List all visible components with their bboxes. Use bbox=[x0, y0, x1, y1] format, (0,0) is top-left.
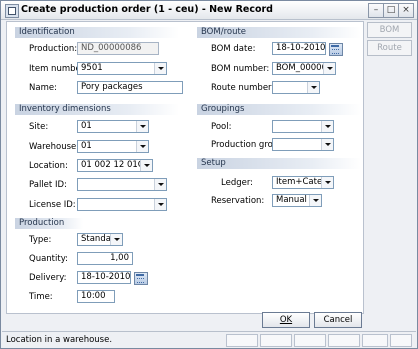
close-button[interactable]: × bbox=[398, 3, 414, 18]
delivery-field[interactable]: 18-10-2010 bbox=[77, 271, 131, 284]
chevron-down-icon[interactable] bbox=[321, 121, 333, 132]
delivery-label: Delivery: bbox=[29, 273, 67, 283]
status-cell bbox=[260, 334, 292, 347]
reservation-select[interactable]: Manual bbox=[272, 194, 322, 207]
warehouse-label: Warehouse: bbox=[29, 142, 80, 152]
chevron-down-icon[interactable] bbox=[110, 234, 122, 245]
warehouse-field[interactable]: 01 bbox=[77, 140, 149, 153]
route-number-label: Route number: bbox=[211, 83, 275, 93]
ledger-select[interactable]: Item+Category bbox=[272, 176, 334, 189]
pool-label: Pool: bbox=[211, 122, 232, 132]
location-field[interactable]: 01 002 12 01C bbox=[77, 159, 153, 172]
status-cell bbox=[226, 334, 258, 347]
location-label: Location: bbox=[29, 161, 68, 171]
bom-date-field[interactable]: 18-10-2010 bbox=[272, 42, 326, 55]
bom-button[interactable]: BOM bbox=[367, 22, 412, 38]
quantity-field[interactable]: 1,00 bbox=[77, 252, 133, 265]
production-label: Production: bbox=[29, 44, 78, 54]
production-field[interactable]: ND_00000086 bbox=[77, 42, 159, 55]
pool-field[interactable] bbox=[272, 120, 334, 133]
reservation-value: Manual bbox=[276, 195, 307, 205]
ok-label: OK bbox=[279, 315, 293, 325]
bom-date-label: BOM date: bbox=[211, 44, 256, 54]
bom-number-label: BOM number: bbox=[211, 64, 270, 74]
status-bar: Location in a warehouse. bbox=[2, 331, 416, 348]
chevron-down-icon[interactable] bbox=[321, 177, 333, 188]
cancel-button[interactable]: Cancel bbox=[314, 312, 362, 328]
warehouse-value: 01 bbox=[81, 141, 92, 151]
bom-number-field[interactable]: BOM_000000 bbox=[272, 62, 336, 75]
chevron-down-icon[interactable] bbox=[323, 63, 335, 74]
site-value: 01 bbox=[81, 121, 92, 131]
group-inventory-dimensions: Inventory dimensions bbox=[15, 104, 179, 115]
ok-button[interactable]: OK bbox=[262, 312, 310, 328]
calendar-icon[interactable] bbox=[329, 43, 343, 56]
chevron-down-icon[interactable] bbox=[309, 195, 321, 206]
window-icon bbox=[5, 4, 19, 18]
chevron-down-icon[interactable] bbox=[136, 121, 148, 132]
reservation-label: Reservation: bbox=[211, 196, 265, 206]
chevron-down-icon[interactable] bbox=[154, 179, 166, 190]
item-number-value: 9501 bbox=[81, 63, 103, 73]
chevron-down-icon[interactable] bbox=[154, 63, 166, 74]
group-groupings: Groupings bbox=[197, 104, 361, 115]
time-label: Time: bbox=[29, 292, 53, 302]
site-field[interactable]: 01 bbox=[77, 120, 149, 133]
chevron-down-icon[interactable] bbox=[307, 82, 319, 93]
location-value: 01 002 12 01C bbox=[81, 160, 144, 170]
route-number-field[interactable] bbox=[272, 81, 320, 94]
route-button[interactable]: Route bbox=[367, 40, 412, 56]
license-id-field[interactable] bbox=[77, 198, 167, 211]
quantity-label: Quantity: bbox=[29, 254, 68, 264]
chevron-down-icon[interactable] bbox=[136, 141, 148, 152]
license-id-label: License ID: bbox=[29, 200, 76, 210]
minimize-button[interactable]: – bbox=[368, 3, 384, 18]
maximize-button[interactable]: □ bbox=[383, 3, 399, 18]
chevron-down-icon[interactable] bbox=[154, 199, 166, 210]
time-field[interactable]: 10:00 bbox=[77, 290, 115, 303]
group-production: Production bbox=[15, 218, 83, 229]
pallet-id-field[interactable] bbox=[77, 178, 167, 191]
chevron-down-icon[interactable] bbox=[321, 139, 333, 150]
status-text: Location in a warehouse. bbox=[6, 335, 113, 345]
name-label: Name: bbox=[29, 83, 57, 93]
dialog-window: Create production order (1 - ceu) - New … bbox=[0, 0, 418, 349]
title-bar: Create production order (1 - ceu) - New … bbox=[1, 1, 417, 20]
group-bom-route: BOM/route bbox=[197, 27, 361, 38]
status-cell bbox=[362, 334, 388, 347]
production-group-field[interactable] bbox=[272, 138, 334, 151]
ledger-label: Ledger: bbox=[221, 178, 254, 188]
window-title: Create production order (1 - ceu) - New … bbox=[21, 4, 273, 15]
status-cell bbox=[390, 334, 412, 347]
status-cell bbox=[294, 334, 326, 347]
site-label: Site: bbox=[29, 122, 49, 132]
status-cell bbox=[328, 334, 360, 347]
pallet-id-label: Pallet ID: bbox=[29, 180, 67, 190]
group-setup: Setup bbox=[197, 158, 361, 169]
form-panel: Identification Production: ND_00000086 I… bbox=[6, 21, 364, 314]
group-identification: Identification bbox=[15, 27, 179, 38]
item-number-field[interactable]: 9501 bbox=[77, 62, 167, 75]
chevron-down-icon[interactable] bbox=[140, 160, 152, 171]
type-label: Type: bbox=[29, 235, 52, 245]
type-select[interactable]: Standard bbox=[77, 233, 123, 246]
calendar-icon[interactable] bbox=[134, 272, 148, 285]
name-field[interactable]: Pory packages bbox=[77, 81, 183, 94]
